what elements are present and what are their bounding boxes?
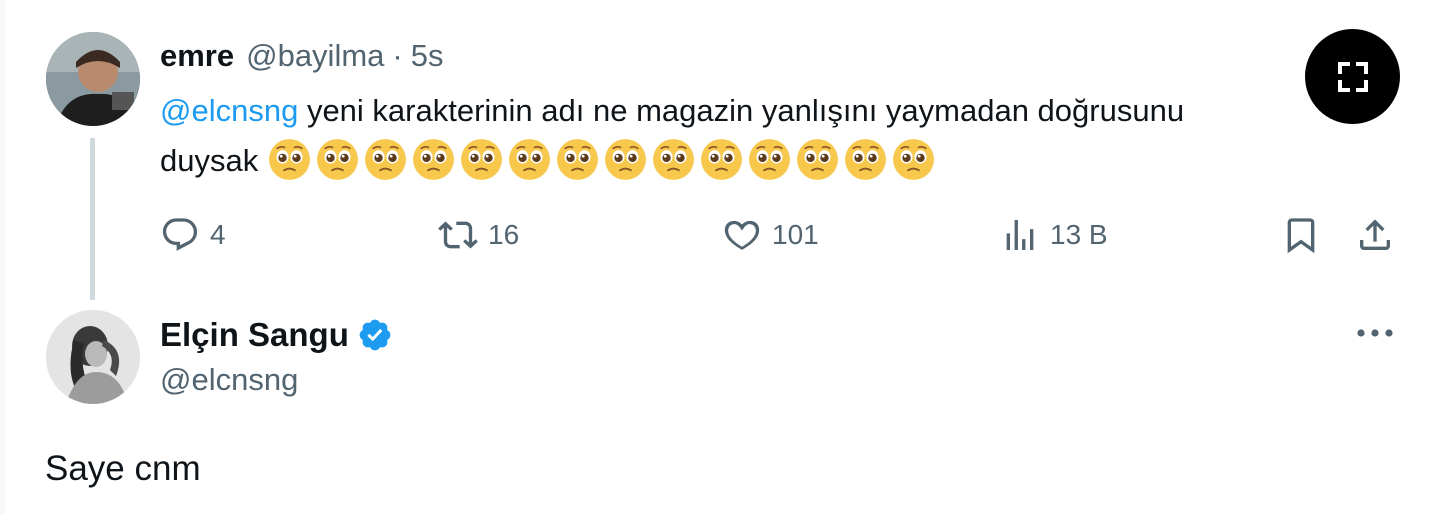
views-button[interactable]: 13 B — [1000, 210, 1108, 260]
expand-fullscreen-icon — [1337, 61, 1368, 92]
tweet-text-line-1: @elcnsng yeni karakterinin adı ne magazi… — [160, 86, 1340, 136]
pleading-face-emoji — [509, 139, 551, 181]
tweet-text-word: duysak — [160, 143, 259, 178]
speech-bubble-icon — [162, 218, 198, 251]
pleading-face-emoji — [893, 139, 935, 181]
more-options-button[interactable] — [1352, 318, 1398, 348]
pleading-face-emoji — [461, 139, 503, 181]
verified-badge-icon[interactable] — [357, 317, 393, 353]
left-divider — [0, 0, 5, 514]
tweet-header: emre @bayilma · 5s — [160, 38, 443, 78]
more-dots-icon — [1357, 329, 1393, 337]
tweet-timestamp[interactable]: 5s — [411, 38, 444, 74]
heart-icon — [724, 220, 760, 250]
pleading-face-emoji — [413, 139, 455, 181]
mention-link[interactable]: @elcnsng — [160, 93, 298, 128]
tweet-thread: emre @bayilma · 5s @elcnsng yeni karakte… — [0, 0, 1438, 514]
avatar-emre[interactable] — [46, 32, 140, 126]
thread-connector-line — [90, 138, 95, 300]
views-count: 13 B — [1050, 219, 1108, 250]
pleading-face-emoji — [269, 139, 311, 181]
expand-button[interactable] — [1305, 29, 1400, 124]
reply-button[interactable]: 4 — [160, 210, 226, 260]
pleading-face-emoji — [749, 139, 791, 181]
like-count: 101 — [772, 219, 819, 250]
retweet-button[interactable]: 16 — [438, 210, 519, 260]
bookmark-icon — [1287, 218, 1315, 254]
pleading-face-emoji — [317, 139, 359, 181]
reply-author-name[interactable]: Elçin Sangu — [160, 316, 349, 354]
pleading-face-emoji — [605, 139, 647, 181]
like-button[interactable]: 101 — [722, 210, 819, 260]
tweet-text-body: yeni karakterinin adı ne magazin yanlışı… — [298, 93, 1185, 128]
retweet-count: 16 — [488, 219, 520, 250]
avatar-elcin-sangu[interactable] — [46, 310, 140, 404]
author-handle[interactable]: @bayilma — [246, 38, 384, 74]
header-separator: · — [392, 38, 403, 73]
share-upload-icon — [1360, 219, 1390, 250]
pleading-face-emoji — [701, 139, 743, 181]
pleading-face-emoji — [653, 139, 695, 181]
reply-tweet-text: Saye cnm — [45, 449, 201, 488]
bar-chart-icon — [1006, 220, 1034, 250]
pleading-face-emoji — [797, 139, 839, 181]
tweet-text-line-2: duysak — [160, 136, 1340, 186]
author-name[interactable]: emre — [160, 38, 234, 74]
bookmark-button[interactable] — [1281, 210, 1321, 260]
pleading-face-emoji — [365, 139, 407, 181]
retweet-icon — [438, 221, 478, 249]
pleading-face-emoji — [845, 139, 887, 181]
reply-count: 4 — [210, 219, 226, 250]
tweet-text: @elcnsng yeni karakterinin adı ne magazi… — [160, 86, 1340, 186]
reply-author-row: Elçin Sangu — [160, 312, 393, 358]
share-button[interactable] — [1355, 210, 1395, 260]
reply-author-handle[interactable]: @elcnsng — [160, 362, 298, 398]
pleading-face-emoji — [557, 139, 599, 181]
emoji-row — [268, 138, 935, 181]
